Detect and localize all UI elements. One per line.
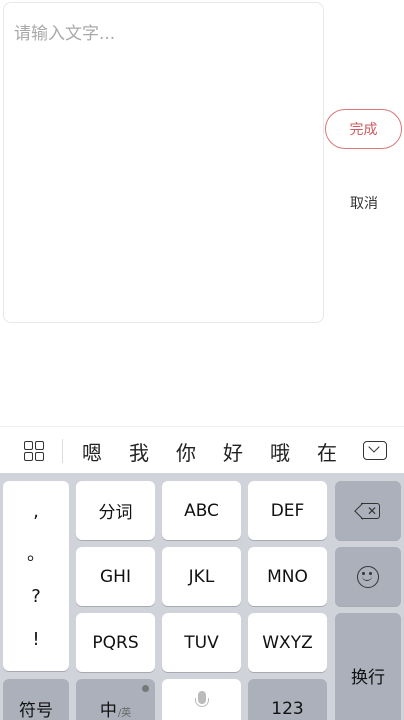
- language-sub-label: /英: [117, 708, 132, 719]
- key-jkl[interactable]: JKL: [162, 547, 241, 606]
- microphone-icon: [194, 691, 209, 713]
- enter-key[interactable]: 换行: [335, 613, 401, 720]
- candidate-word[interactable]: 你: [171, 437, 201, 466]
- candidate-word[interactable]: 哦: [265, 437, 295, 466]
- candidate-word[interactable]: 嗯: [77, 437, 107, 466]
- backspace-key[interactable]: ✕: [335, 481, 401, 540]
- punctuation-column[interactable]: , 。 ? !: [3, 481, 69, 671]
- language-main-label: 中: [99, 701, 117, 720]
- key-pqrs[interactable]: PQRS: [76, 613, 155, 672]
- candidate-word[interactable]: 好: [218, 437, 248, 466]
- language-switch-key[interactable]: 中/英: [76, 679, 155, 720]
- candidate-word[interactable]: 我: [124, 437, 154, 466]
- key-wxyz[interactable]: WXYZ: [248, 613, 327, 672]
- punct-key[interactable]: ?: [31, 588, 41, 606]
- key-def[interactable]: DEF: [248, 481, 327, 540]
- key-mno[interactable]: MNO: [248, 547, 327, 606]
- emoji-icon: [357, 565, 379, 588]
- key-abc[interactable]: ABC: [162, 481, 241, 540]
- key-ghi[interactable]: GHI: [76, 547, 155, 606]
- keyboard: , 。 ? ! 分词 ABC DEF ✕ GHI JKL MNO PQRS TU…: [0, 473, 404, 720]
- done-button[interactable]: 完成: [325, 109, 402, 149]
- symbol-key[interactable]: 符号: [3, 679, 69, 720]
- backspace-icon: ✕: [354, 502, 380, 519]
- punct-key[interactable]: ,: [33, 503, 39, 521]
- indicator-dot: [142, 685, 149, 692]
- punct-key[interactable]: !: [32, 630, 39, 649]
- candidate-word[interactable]: 在: [312, 437, 342, 466]
- candidate-bar: 嗯 我 你 好 哦 在: [0, 426, 404, 473]
- key-fenci[interactable]: 分词: [76, 481, 155, 540]
- text-input-area[interactable]: 请输入文字...: [3, 2, 324, 323]
- punct-key[interactable]: 。: [27, 545, 45, 564]
- key-tuv[interactable]: TUV: [162, 613, 241, 672]
- candidate-divider: [62, 439, 63, 463]
- grid-icon[interactable]: [22, 439, 46, 463]
- number-key[interactable]: 123: [248, 679, 327, 720]
- text-input-placeholder: 请输入文字...: [14, 24, 116, 44]
- collapse-keyboard-icon[interactable]: [363, 439, 387, 463]
- emoji-key[interactable]: [335, 547, 401, 606]
- space-key[interactable]: [162, 679, 241, 720]
- cancel-button[interactable]: 取消: [334, 190, 394, 216]
